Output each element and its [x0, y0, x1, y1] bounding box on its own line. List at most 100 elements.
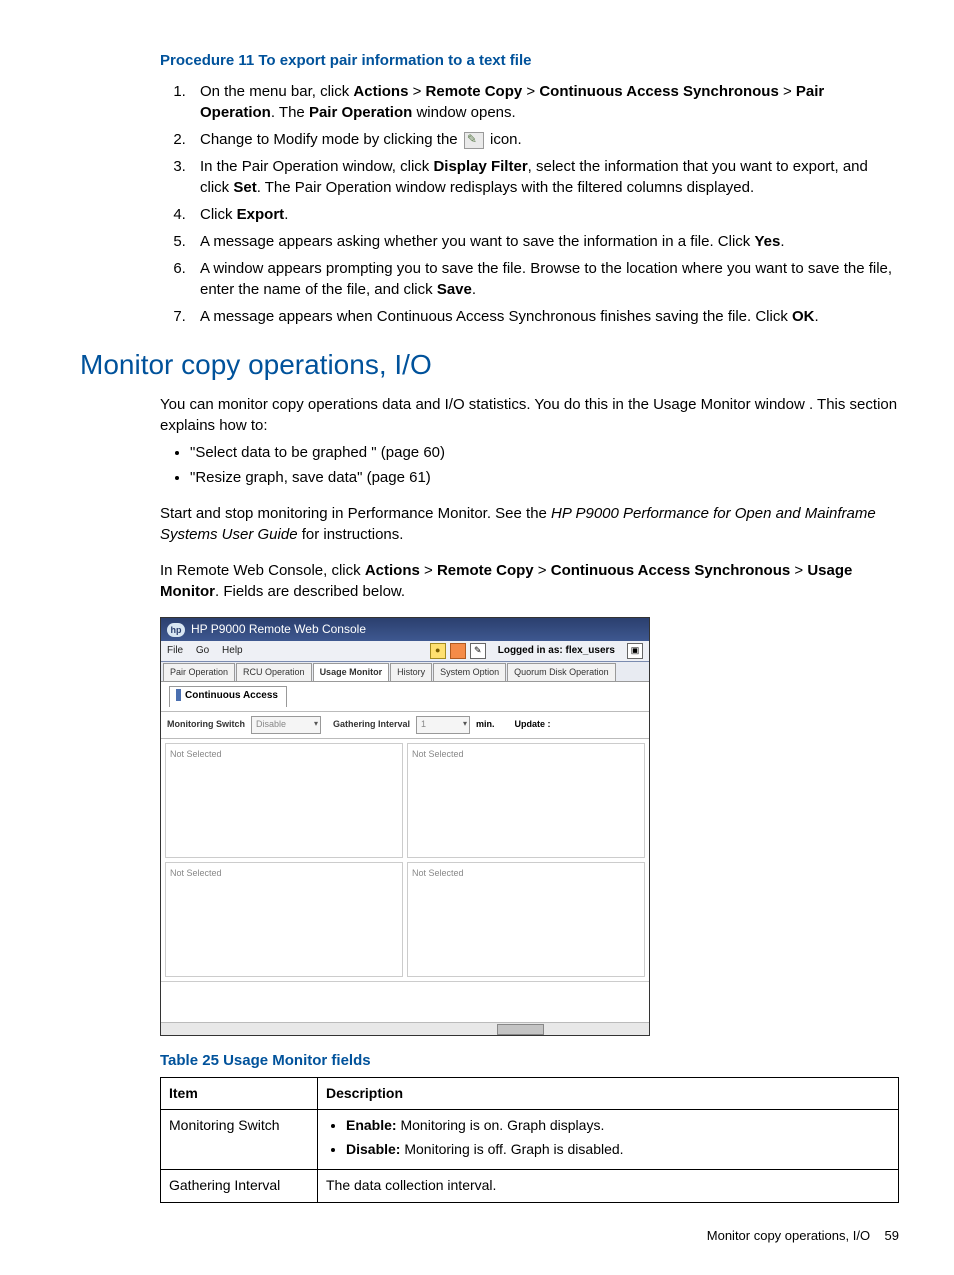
- tab-rcu-operation[interactable]: RCU Operation: [236, 663, 312, 681]
- step-6: A window appears prompting you to save t…: [190, 258, 899, 300]
- text: .: [780, 233, 784, 250]
- bold: Disable:: [346, 1141, 400, 1157]
- modify-mode-icon[interactable]: ✎: [470, 643, 486, 659]
- bold: Pair Operation: [309, 104, 412, 121]
- bold: OK: [792, 308, 815, 325]
- cell-description: Enable: Monitoring is on. Graph displays…: [318, 1110, 899, 1170]
- bold: Continuous Access Synchronous: [539, 83, 778, 100]
- text: In the Pair Operation window, click: [200, 158, 433, 175]
- text: In Remote Web Console, click: [160, 562, 365, 579]
- menu-left: File Go Help: [167, 644, 253, 658]
- sep: >: [790, 562, 807, 579]
- bold: Actions: [365, 562, 420, 579]
- step-1: On the menu bar, click Actions > Remote …: [190, 81, 899, 123]
- sep: >: [420, 562, 437, 579]
- bold: Remote Copy: [426, 83, 523, 100]
- footer-text: Monitor copy operations, I/O: [707, 1228, 870, 1243]
- procedure-title: Procedure 11 To export pair information …: [160, 50, 899, 71]
- bold: Continuous Access Synchronous: [551, 562, 790, 579]
- tab-marker-icon: [176, 689, 181, 701]
- paragraph: In Remote Web Console, click Actions > R…: [160, 560, 899, 602]
- bold: Save: [437, 281, 472, 298]
- sep: >: [408, 83, 425, 100]
- update-label: Update :: [515, 718, 551, 731]
- subtab-label: Continuous Access: [185, 690, 278, 701]
- intro-text: You can monitor copy operations data and…: [160, 394, 899, 436]
- menu-go[interactable]: Go: [196, 645, 209, 656]
- gathering-interval-select[interactable]: 1: [416, 716, 470, 734]
- cell-description: The data collection interval.: [318, 1170, 899, 1203]
- text: . The Pair Operation window redisplays w…: [257, 179, 754, 196]
- text: Monitoring is on. Graph displays.: [397, 1117, 605, 1133]
- text: Start and stop monitoring in Performance…: [160, 505, 551, 522]
- scrollbar-thumb[interactable]: [497, 1024, 544, 1035]
- header-description: Description: [318, 1077, 899, 1110]
- text: A window appears prompting you to save t…: [200, 260, 892, 298]
- select-value: 1: [421, 718, 426, 731]
- graph-panel: Not Selected: [407, 743, 645, 858]
- text: window opens.: [412, 104, 515, 121]
- subtab-continuous-access[interactable]: Continuous Access: [169, 686, 287, 707]
- section-title: Monitor copy operations, I/O: [80, 345, 899, 384]
- tab-quorum-disk[interactable]: Quorum Disk Operation: [507, 663, 616, 681]
- tab-pair-operation[interactable]: Pair Operation: [163, 663, 235, 681]
- graph-panel: Not Selected: [165, 743, 403, 858]
- status-area: [161, 981, 649, 1022]
- modify-icon: [464, 132, 484, 149]
- text: for instructions.: [298, 526, 404, 543]
- graph-panel: Not Selected: [165, 862, 403, 977]
- monitoring-switch-label: Monitoring Switch: [167, 718, 245, 731]
- list-item: Enable: Monitoring is on. Graph displays…: [346, 1116, 890, 1136]
- sep: >: [534, 562, 551, 579]
- step-2: Change to Modify mode by clicking the ic…: [190, 129, 899, 150]
- text: .: [284, 206, 288, 223]
- monitoring-switch-select[interactable]: Disable: [251, 716, 321, 734]
- procedure-steps: On the menu bar, click Actions > Remote …: [160, 81, 899, 327]
- subtab-row: Continuous Access: [161, 682, 649, 711]
- bold: Yes: [754, 233, 780, 250]
- logout-icon[interactable]: ▣: [627, 643, 643, 659]
- min-label: min.: [476, 718, 495, 731]
- bold: Enable:: [346, 1117, 397, 1133]
- horizontal-scrollbar[interactable]: [161, 1022, 649, 1035]
- xref-item[interactable]: "Resize graph, save data" (page 61): [190, 467, 899, 488]
- text: . Fields are described below.: [215, 583, 405, 600]
- table-row: Gathering Interval The data collection i…: [161, 1170, 899, 1203]
- sep: >: [779, 83, 796, 100]
- text: .: [472, 281, 476, 298]
- text: Click: [200, 206, 237, 223]
- menu-file[interactable]: File: [167, 645, 183, 656]
- window-titlebar: hp HP P9000 Remote Web Console: [161, 618, 649, 641]
- usage-monitor-fields-table: Item Description Monitoring Switch Enabl…: [160, 1077, 899, 1203]
- logged-in-text: Logged in as: flex_users: [498, 644, 615, 658]
- bold: Remote Copy: [437, 562, 534, 579]
- header-item: Item: [161, 1077, 318, 1110]
- page-footer: Monitor copy operations, I/O 59: [55, 1227, 899, 1245]
- cell-item: Monitoring Switch: [161, 1110, 318, 1170]
- page: Procedure 11 To export pair information …: [0, 0, 954, 1275]
- toolbar: Monitoring Switch Disable Gathering Inte…: [161, 711, 649, 739]
- gathering-interval-label: Gathering Interval: [333, 718, 410, 731]
- select-value: Disable: [256, 718, 286, 731]
- tab-system-option[interactable]: System Option: [433, 663, 506, 681]
- page-number: 59: [885, 1228, 899, 1243]
- tab-usage-monitor[interactable]: Usage Monitor: [313, 663, 390, 681]
- text: . The: [271, 104, 309, 121]
- alert-icon[interactable]: ●: [430, 643, 446, 659]
- tab-row: Pair Operation RCU Operation Usage Monit…: [161, 662, 649, 682]
- screenshot-mock: hp HP P9000 Remote Web Console File Go H…: [160, 617, 650, 1035]
- bold: Actions: [353, 83, 408, 100]
- step-5: A message appears asking whether you wan…: [190, 231, 899, 252]
- status-icon[interactable]: [450, 643, 466, 659]
- xref-item[interactable]: "Select data to be graphed " (page 60): [190, 442, 899, 463]
- tab-history[interactable]: History: [390, 663, 432, 681]
- menu-help[interactable]: Help: [222, 645, 243, 656]
- bold: Display Filter: [433, 158, 527, 175]
- table-header-row: Item Description: [161, 1077, 899, 1110]
- table-title: Table 25 Usage Monitor fields: [160, 1050, 899, 1071]
- step-4: Click Export.: [190, 204, 899, 225]
- text: Monitoring is off. Graph is disabled.: [400, 1141, 623, 1157]
- cell-item: Gathering Interval: [161, 1170, 318, 1203]
- menu-right: ● ✎ Logged in as: flex_users ▣: [430, 643, 643, 659]
- sep: >: [522, 83, 539, 100]
